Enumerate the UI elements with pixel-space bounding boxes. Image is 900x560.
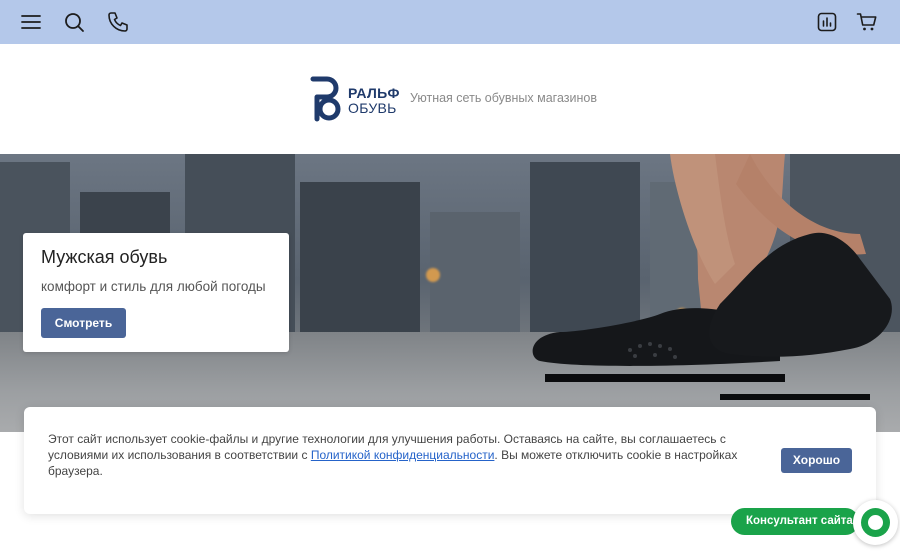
promo-card: Мужская обувь комфорт и стиль для любой … — [23, 233, 289, 352]
view-button[interactable]: Смотреть — [41, 308, 126, 338]
cookie-accept-button[interactable]: Хорошо — [781, 448, 852, 473]
chat-ring-inner — [868, 515, 883, 530]
logo-text-category: ОБУВЬ — [348, 100, 397, 116]
hero-banner[interactable]: Мужская обувь комфорт и стиль для любой … — [0, 154, 900, 432]
cookie-banner: Этот сайт использует cookie-файлы и друг… — [24, 407, 876, 514]
consultant-button[interactable]: Консультант сайта — [731, 508, 859, 535]
logo-mark-icon — [310, 76, 341, 122]
logo[interactable]: РАЛЬФ ОБУВЬ — [308, 75, 400, 123]
shoes-illustration — [532, 154, 892, 400]
site-tagline: Уютная сеть обувных магазинов — [410, 91, 597, 105]
site-header: РАЛЬФ ОБУВЬ Уютная сеть обувных магазино… — [0, 44, 900, 154]
chat-widget-icon[interactable] — [853, 500, 898, 545]
search-icon[interactable] — [62, 10, 86, 34]
compare-icon[interactable] — [815, 10, 839, 34]
logo-text-brand: РАЛЬФ — [348, 85, 400, 101]
menu-icon[interactable] — [19, 10, 43, 34]
cookie-message: Этот сайт использует cookie-файлы и друг… — [48, 431, 768, 479]
phone-icon[interactable] — [106, 10, 130, 34]
promo-title: Мужская обувь — [41, 247, 168, 267]
top-bar — [0, 0, 900, 44]
privacy-policy-link[interactable]: Политикой конфиденциальности — [311, 448, 495, 462]
chat-ring — [861, 508, 890, 537]
cart-icon[interactable] — [855, 10, 879, 34]
hero-background — [300, 182, 420, 342]
promo-subtitle: комфорт и стиль для любой погоды — [41, 279, 266, 294]
